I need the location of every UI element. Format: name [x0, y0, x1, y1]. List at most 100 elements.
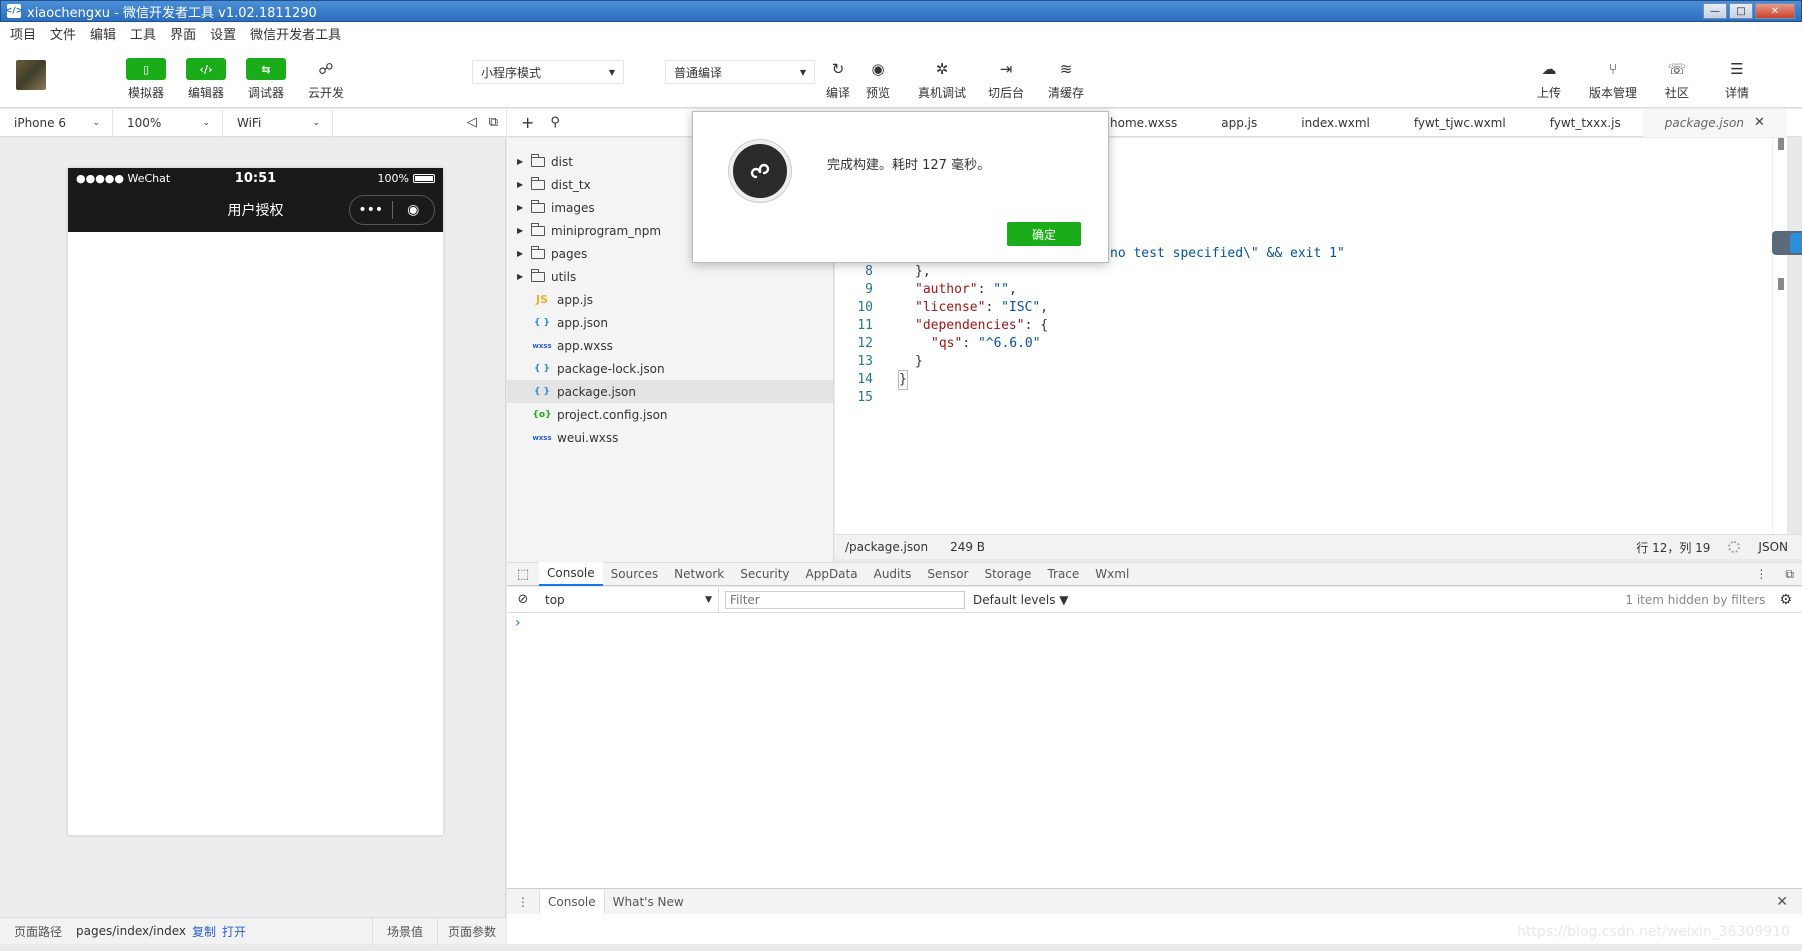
console-filter-bar: ⊘ top ▼ Default levels ▼ 1 item hidden b… [507, 586, 1802, 613]
tab-trace[interactable]: Trace [1039, 562, 1087, 586]
json-file-icon: { } [534, 363, 550, 374]
window-title: xiaochengxu - 微信开发者工具 v1.02.1811290 [27, 5, 317, 21]
caret-right-icon: ▶ [517, 203, 524, 212]
upload-button[interactable]: ☁ 上传 [1521, 58, 1577, 101]
build-complete-dialog: 完成构建。耗时 127 毫秒。 确定 [692, 111, 1109, 263]
device-select[interactable]: iPhone 6 ⌄ [0, 108, 113, 137]
menu-tools[interactable]: 工具 [130, 24, 156, 43]
tab-network[interactable]: Network [666, 562, 732, 586]
drawer-tab-whats-new[interactable]: What's New [605, 890, 692, 914]
more-options-icon[interactable]: ⋮ [1755, 567, 1767, 581]
menu-settings[interactable]: 设置 [210, 24, 236, 43]
scroll-thumb[interactable] [1778, 138, 1784, 150]
tab-package-json[interactable]: package.json ✕ [1642, 108, 1787, 137]
console-filter-input[interactable] [725, 590, 965, 609]
file-label: package-lock.json [557, 361, 665, 376]
minimize-button[interactable]: — [1703, 3, 1727, 19]
file-item[interactable]: wxss weui.wxss [507, 426, 833, 449]
tab-label: Sensor [927, 567, 969, 581]
confirm-button[interactable]: 确定 [1007, 222, 1081, 246]
tab-storage[interactable]: Storage [976, 562, 1039, 586]
details-button[interactable]: ☰ 详情 [1709, 58, 1765, 101]
console-prompt[interactable]: › [515, 615, 521, 631]
side-float-tab[interactable] [1772, 231, 1802, 255]
console-output[interactable]: › [507, 613, 1802, 888]
cursor-position[interactable]: 行 12，列 19 [1636, 539, 1710, 556]
more-icon[interactable]: ••• [350, 202, 392, 218]
tab-fywt-tjwc-wxml[interactable]: fywt_tjwc.wxml [1392, 109, 1528, 137]
page-params-button[interactable]: 页面参数 [436, 917, 506, 945]
file-item[interactable]: { } app.json [507, 311, 833, 334]
detach-window-icon[interactable]: ⧉ [489, 115, 498, 130]
scene-value-button[interactable]: 场景值 [371, 917, 437, 945]
remote-debug-button[interactable]: ✲ 真机调试 [914, 58, 970, 101]
close-tab-icon[interactable]: ✕ [1754, 115, 1765, 130]
version-button[interactable]: ⑂ 版本管理 [1585, 58, 1641, 101]
debugger-toggle-button[interactable]: ⇆ 调试器 [238, 58, 294, 101]
copy-link[interactable]: 复制 [192, 923, 216, 940]
menu-view[interactable]: 界面 [170, 24, 196, 43]
folder-item[interactable]: ▶ utils [507, 265, 833, 288]
simulator-toggle-button[interactable]: ▯ 模拟器 [118, 58, 174, 101]
tab-fywt-txxx-js[interactable]: fywt_txxx.js [1528, 109, 1643, 137]
tab-sources[interactable]: Sources [603, 562, 666, 586]
close-drawer-icon[interactable]: ✕ [1776, 894, 1788, 910]
avatar[interactable] [16, 60, 46, 90]
cloud-upload-icon: ☁ [1541, 60, 1557, 78]
maximize-button[interactable]: □ [1729, 3, 1753, 19]
tab-audits[interactable]: Audits [866, 562, 920, 586]
file-item[interactable]: {o} project.config.json [507, 403, 833, 426]
context-select[interactable]: top ▼ [539, 586, 719, 613]
close-miniprogram-icon[interactable]: ◉ [393, 202, 435, 218]
drawer-menu-icon[interactable]: ⋮ [507, 895, 539, 909]
line-number: 14 [857, 372, 873, 387]
tab-app-js[interactable]: app.js [1199, 109, 1279, 137]
menu-project[interactable]: 项目 [10, 24, 36, 43]
add-file-icon[interactable]: + [521, 113, 534, 132]
line-number: 8 [865, 264, 873, 279]
clear-console-icon[interactable]: ⊘ [507, 592, 539, 607]
tab-index-wxml[interactable]: index.wxml [1279, 109, 1392, 137]
compile-mode-select[interactable]: 普通编译 ▼ [665, 60, 815, 84]
tab-security[interactable]: Security [732, 562, 797, 586]
tab-console[interactable]: Console [539, 562, 603, 586]
clear-cache-button[interactable]: ≋ 清缓存 [1038, 58, 1094, 101]
open-link[interactable]: 打开 [222, 923, 246, 940]
editor-toggle-button[interactable]: ‹/› 编辑器 [178, 58, 234, 101]
language-mode[interactable]: JSON [1758, 540, 1788, 554]
file-item[interactable]: JS app.js [507, 288, 833, 311]
compile-mode-value: 普通编译 [674, 65, 723, 80]
menu-file[interactable]: 文件 [50, 24, 76, 43]
device-select-value: iPhone 6 [14, 115, 66, 130]
background-button[interactable]: ⇥ 切后台 [978, 58, 1034, 101]
mode-select[interactable]: 小程序模式 ▼ [472, 60, 624, 84]
undock-icon[interactable]: ⧉ [1785, 567, 1794, 582]
line-number: 9 [865, 282, 873, 297]
file-item[interactable]: wxss app.wxss [507, 334, 833, 357]
page-title: 用户授权 [227, 203, 284, 219]
tab-label: fywt_txxx.js [1549, 115, 1621, 130]
tab-label: Wxml [1095, 567, 1130, 581]
caret-right-icon: ▶ [517, 180, 524, 189]
code-line: } [915, 354, 923, 369]
preview-button[interactable]: ◉ 预览 [850, 58, 906, 101]
drawer-tab-console[interactable]: Console [539, 889, 605, 914]
mute-icon[interactable]: ◁ [467, 115, 477, 130]
file-item[interactable]: { } package-lock.json [507, 357, 833, 380]
menu-edit[interactable]: 编辑 [90, 24, 116, 43]
gear-icon[interactable]: ⚙ [1779, 592, 1792, 608]
zoom-select[interactable]: 100% ⌄ [113, 108, 223, 137]
inspect-element-icon[interactable]: ⬚ [507, 567, 539, 582]
tab-appdata[interactable]: AppData [798, 562, 866, 586]
menu-devtools[interactable]: 微信开发者工具 [250, 24, 341, 43]
community-button[interactable]: ☏ 社区 [1649, 58, 1705, 101]
search-icon[interactable]: ⚲ [550, 115, 560, 130]
log-levels-select[interactable]: Default levels ▼ [973, 593, 1069, 607]
tab-wxml[interactable]: Wxml [1087, 562, 1137, 586]
file-item-selected[interactable]: { } package.json [507, 380, 833, 403]
network-select[interactable]: WiFi ⌄ [223, 108, 333, 137]
editor-scrollbar[interactable] [1772, 138, 1787, 534]
cloud-dev-button[interactable]: ☍ 云开发 [298, 58, 354, 101]
close-window-button[interactable]: ✕ [1755, 3, 1795, 19]
tab-sensor[interactable]: Sensor [919, 562, 976, 586]
